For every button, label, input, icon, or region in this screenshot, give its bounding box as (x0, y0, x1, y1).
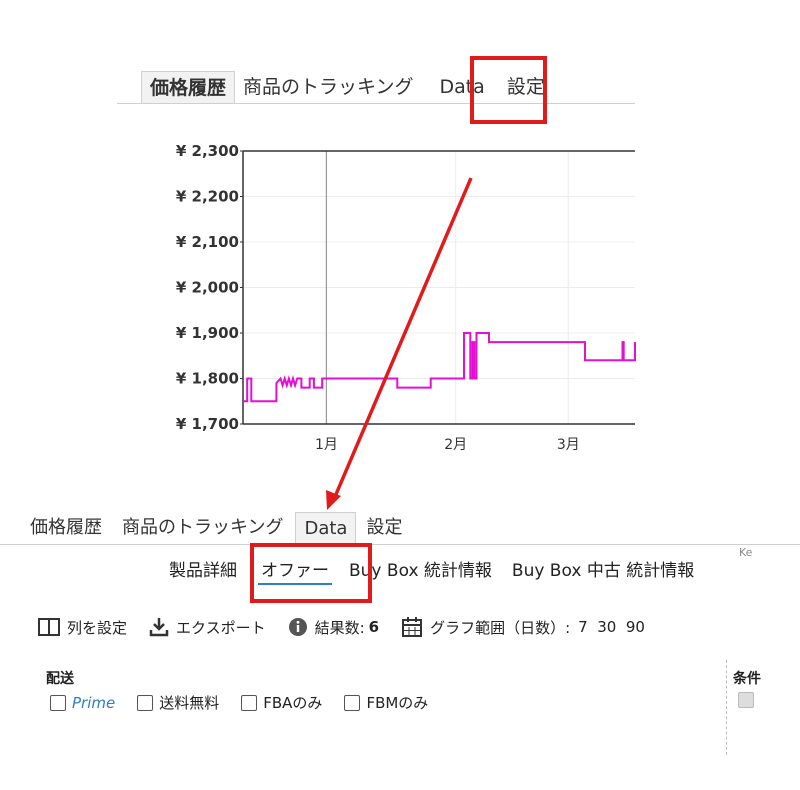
range-label: グラフ範囲（日数）: (430, 618, 571, 637)
tab-settings[interactable]: 設定 (358, 512, 410, 544)
arrow-shaft (332, 177, 473, 500)
columns-button[interactable]: 列を設定 (38, 617, 127, 638)
filter-prime-label: Prime (72, 693, 116, 712)
arrow-head (326, 490, 341, 510)
checkbox-condition[interactable] (738, 692, 754, 708)
filter-prime[interactable]: Prime (50, 694, 115, 712)
filter-free-shipping[interactable]: 送料無料 (137, 692, 219, 713)
graph-range: グラフ範囲（日数）: 7 30 90 (401, 616, 645, 638)
tab-product-tracking[interactable]: 商品のトラッキング (114, 512, 291, 544)
filter-divider (726, 660, 728, 755)
tab-data[interactable]: Data (295, 512, 357, 544)
truncated-label: Ke (739, 546, 753, 559)
info-icon (288, 618, 307, 636)
results-value: 6 (368, 618, 380, 636)
shipping-filter-heading: 配送 (46, 671, 74, 687)
columns-label: 列を設定 (67, 618, 128, 637)
export-button[interactable]: エクスポート (149, 617, 266, 638)
filter-fba-only[interactable]: FBAのみ (241, 692, 322, 713)
results-count: 結果数: 6 (288, 617, 380, 638)
bottom-tab-bar: 価格履歴 商品のトラッキング Data 設定 (0, 511, 800, 545)
data-toolbar: 列を設定 エクスポート 結果数: 6 グラフ範囲（日数）: 7 30 90 (38, 616, 667, 638)
shipping-filters: Prime 送料無料 FBAのみ FBMのみ (50, 692, 450, 713)
subtab-product-details[interactable]: 製品詳細 (160, 553, 246, 589)
filter-fbm-only[interactable]: FBMのみ (344, 692, 428, 713)
calendar-icon (402, 617, 423, 637)
condition-filter-heading: 条件 (733, 671, 761, 687)
filter-fbm-only-label: FBMのみ (366, 694, 429, 712)
checkbox-fba-only[interactable] (241, 694, 258, 711)
filter-fba-only-label: FBAのみ (263, 694, 323, 712)
checkbox-free-shipping[interactable] (137, 694, 154, 711)
export-label: エクスポート (176, 618, 266, 637)
checkbox-fbm-only[interactable] (344, 694, 361, 711)
checkbox-prime[interactable] (50, 694, 66, 711)
range-options[interactable]: 7 30 90 (578, 618, 645, 636)
results-label: 結果数: (314, 618, 365, 637)
offers-tab-highlight (250, 543, 372, 603)
download-icon (149, 618, 169, 637)
annotation-arrow (326, 177, 473, 510)
data-sub-tabs: 製品詳細 オファー Buy Box 統計情報 Buy Box 中古 統計情報 (160, 553, 703, 589)
columns-icon (38, 618, 60, 636)
tab-price-history[interactable]: 価格履歴 (22, 512, 110, 544)
filter-free-shipping-label: 送料無料 (159, 694, 220, 712)
subtab-buybox-used-stats[interactable]: Buy Box 中古 統計情報 (503, 553, 703, 589)
